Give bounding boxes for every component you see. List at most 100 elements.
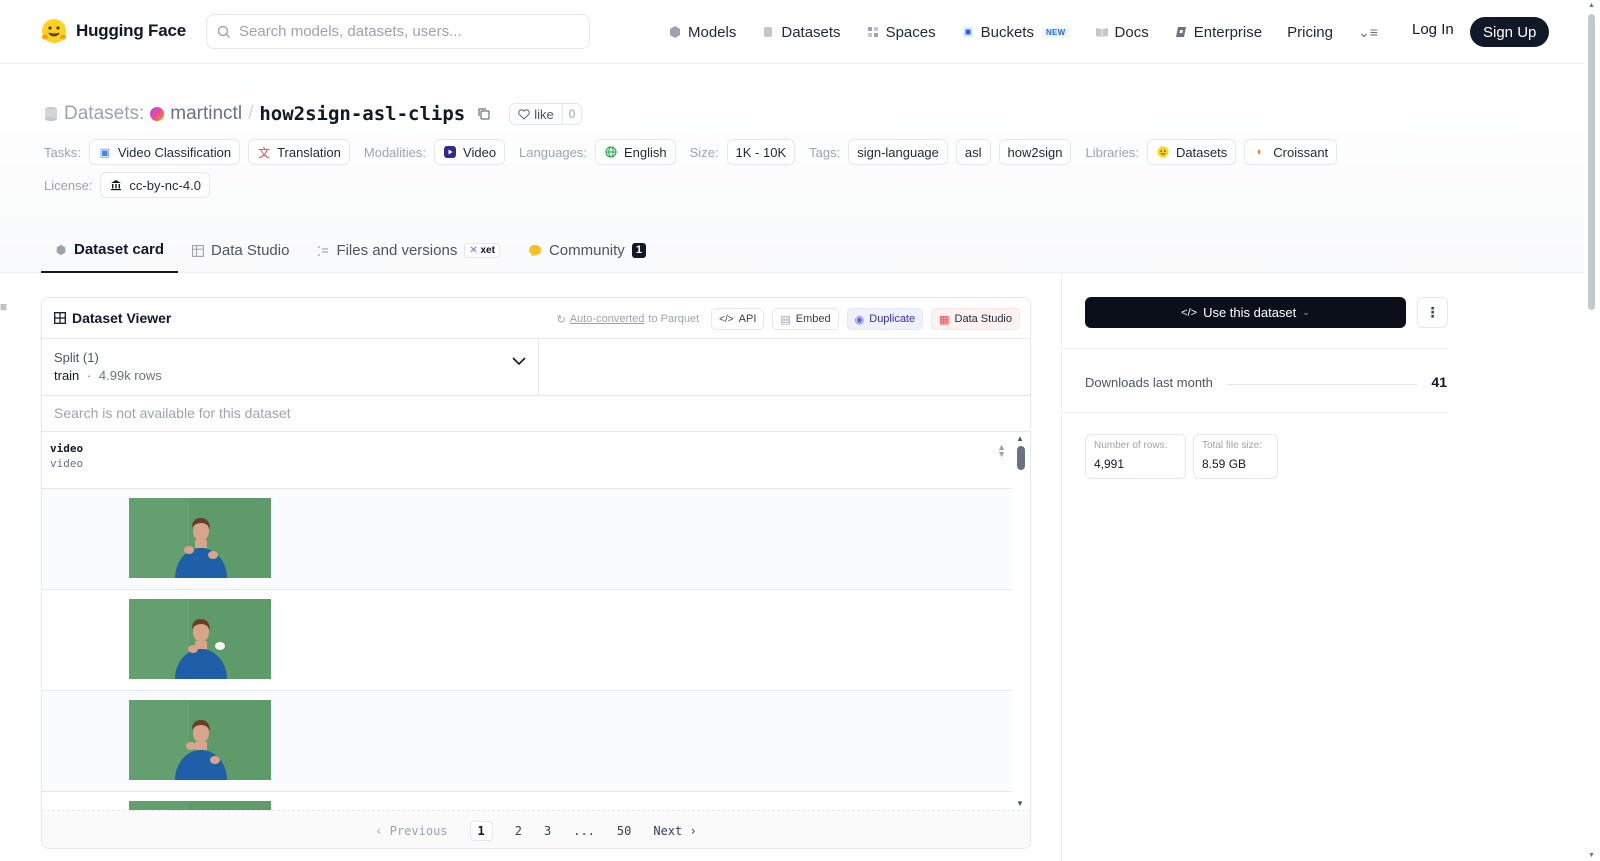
scroll-down-icon[interactable]: ▼ — [1016, 799, 1024, 808]
search-box[interactable] — [206, 14, 590, 49]
page-scrollbar[interactable]: ▲ ▼ — [1584, 0, 1600, 861]
video-thumbnail[interactable] — [129, 498, 271, 578]
split-selector[interactable]: Split (1) train · 4.99k rows — [42, 339, 539, 396]
nav-docs[interactable]: Docs — [1095, 24, 1149, 41]
duplicate-button[interactable]: ◉ Duplicate — [846, 308, 924, 330]
tab-dataset-card[interactable]: Dataset card — [41, 228, 179, 273]
tab-files-and-versions[interactable]: Files and versions ✕ xet — [303, 228, 514, 273]
data-studio-button[interactable]: ▦ Data Studio — [931, 308, 1020, 330]
page-scroll-up-icon[interactable]: ▲ — [1588, 2, 1595, 9]
signer-video-frame — [129, 700, 271, 780]
repo-name-link[interactable]: how2sign-asl-clips — [259, 103, 465, 125]
previous-page-button[interactable]: ‹ Previous — [375, 824, 447, 838]
scroll-up-icon[interactable]: ▲ — [1016, 434, 1024, 443]
nav-spaces[interactable]: Spaces — [866, 24, 936, 41]
size-chip[interactable]: 1K - 10K — [726, 139, 796, 165]
file-size-stat-value: 8.59 GB — [1202, 457, 1247, 471]
api-button[interactable]: </> API — [711, 308, 765, 330]
video-thumbnail[interactable] — [129, 700, 271, 780]
tag-row-license: License: cc-by-nc-4.0 — [44, 172, 218, 198]
repo-type-label: Datasets: — [64, 103, 145, 124]
nav-buckets[interactable]: Buckets NEW — [961, 24, 1070, 41]
next-page-button[interactable]: Next › — [653, 824, 696, 838]
downloads-label: Downloads last month — [1085, 374, 1213, 390]
login-link[interactable]: Log In — [1412, 21, 1454, 38]
nav-models[interactable]: Models — [668, 24, 736, 41]
viewer-title-text: Dataset Viewer — [72, 310, 172, 326]
table-row[interactable] — [42, 792, 1012, 810]
sort-icon[interactable]: ▲ ▼ — [997, 443, 1006, 459]
embed-button[interactable]: ▤ Embed — [772, 308, 839, 330]
task-chip-video-classification[interactable]: ▣ Video Classification — [88, 139, 241, 165]
video-thumbnail[interactable] — [129, 801, 271, 810]
signup-button[interactable]: Sign Up — [1470, 17, 1550, 47]
modality-chip-video[interactable]: Video — [434, 139, 506, 165]
page-button-1[interactable]: 1 — [469, 820, 493, 841]
scrollbar-thumb[interactable] — [1017, 446, 1025, 470]
duplicate-icon: ◉ — [854, 313, 865, 326]
license-value: cc-by-nc-4.0 — [129, 177, 201, 193]
viewer-scrollbar[interactable]: ▲ ▼ — [1012, 432, 1030, 810]
library-label: Croissant — [1273, 144, 1329, 160]
auto-converted-link[interactable]: Auto-converted — [570, 313, 645, 325]
video-thumbnail[interactable] — [129, 599, 271, 679]
croissant-icon: ◐ — [1256, 146, 1264, 158]
tag-chip-how2sign[interactable]: how2sign — [998, 139, 1072, 165]
tab-data-studio[interactable]: Data Studio — [178, 228, 303, 273]
tag-label: sign-language — [857, 144, 939, 160]
table-row[interactable] — [42, 489, 1012, 590]
bank-icon — [109, 178, 123, 192]
column-type: video — [50, 457, 84, 470]
page-ellipsis: ... — [573, 823, 595, 838]
chevron-down-icon — [512, 357, 526, 366]
tag-chip-asl[interactable]: asl — [955, 139, 991, 165]
size-label: Size: — [689, 144, 719, 160]
more-options-icon[interactable]: ⋮ — [1417, 297, 1448, 328]
table-row[interactable] — [42, 590, 1012, 691]
repo-title: Datasets: martinctl / how2sign-asl-clips… — [44, 103, 583, 125]
search-input[interactable] — [239, 23, 559, 40]
tab-community[interactable]: Community 1 — [514, 228, 660, 273]
heart-icon — [518, 108, 531, 120]
like-widget: like 0 — [509, 103, 583, 125]
task-label: Video Classification — [117, 144, 232, 160]
video-icon — [443, 145, 457, 159]
task-chip-translation[interactable]: 文 Translation — [248, 139, 350, 165]
split-row-count: 4.99k rows — [98, 368, 162, 383]
sidebar-divider-line — [1062, 348, 1447, 349]
like-button[interactable]: like — [510, 104, 563, 124]
language-label: English — [624, 144, 667, 160]
license-chip[interactable]: cc-by-nc-4.0 — [100, 172, 210, 198]
nav-docs-label: Docs — [1114, 23, 1149, 41]
library-chip-datasets[interactable]: Datasets — [1146, 139, 1237, 165]
page-button-2[interactable]: 2 — [515, 824, 522, 838]
tab-label: Files and versions — [336, 242, 458, 259]
page-scroll-down-icon[interactable]: ▼ — [1588, 852, 1595, 859]
data-studio-icon: ▦ — [939, 313, 950, 326]
signer-video-frame — [129, 599, 271, 679]
split-row: Split (1) train · 4.99k rows — [42, 339, 1030, 396]
sidebar-toggle-icon[interactable]: ≡ — [0, 300, 7, 314]
nav-datasets[interactable]: Datasets — [761, 24, 841, 41]
viewer-actions: ↻ Auto-converted to Parquet </> API ▤ Em… — [557, 308, 1020, 330]
brand[interactable]: Hugging Face — [40, 17, 186, 45]
page-button-3[interactable]: 3 — [544, 824, 551, 838]
more-menu-icon[interactable]: ⌄≡ — [1358, 24, 1378, 41]
language-chip-english[interactable]: English — [595, 139, 676, 165]
table-row[interactable] — [42, 691, 1012, 792]
column-header-video[interactable]: video video ▲ ▼ — [42, 432, 1012, 489]
downloads-value: 41 — [1431, 374, 1447, 390]
api-label: API — [738, 313, 757, 325]
nav-enterprise[interactable]: Enterprise — [1174, 24, 1262, 41]
nav-pricing[interactable]: Pricing — [1287, 24, 1333, 41]
copy-icon[interactable] — [477, 107, 491, 121]
like-label: like — [534, 106, 554, 122]
tag-chip-sign-language[interactable]: sign-language — [848, 139, 948, 165]
page-button-50[interactable]: 50 — [617, 824, 631, 838]
use-this-dataset-button[interactable]: </> Use this dataset ⌄ — [1085, 297, 1406, 328]
library-chip-croissant[interactable]: ◐ Croissant — [1244, 139, 1338, 165]
rows-stat: Number of rows: 4,991 — [1085, 434, 1186, 479]
page-scrollbar-thumb[interactable] — [1588, 14, 1595, 310]
viewer-search-disabled: Search is not available for this dataset — [42, 396, 1030, 432]
repo-owner-link[interactable]: martinctl — [170, 103, 242, 125]
